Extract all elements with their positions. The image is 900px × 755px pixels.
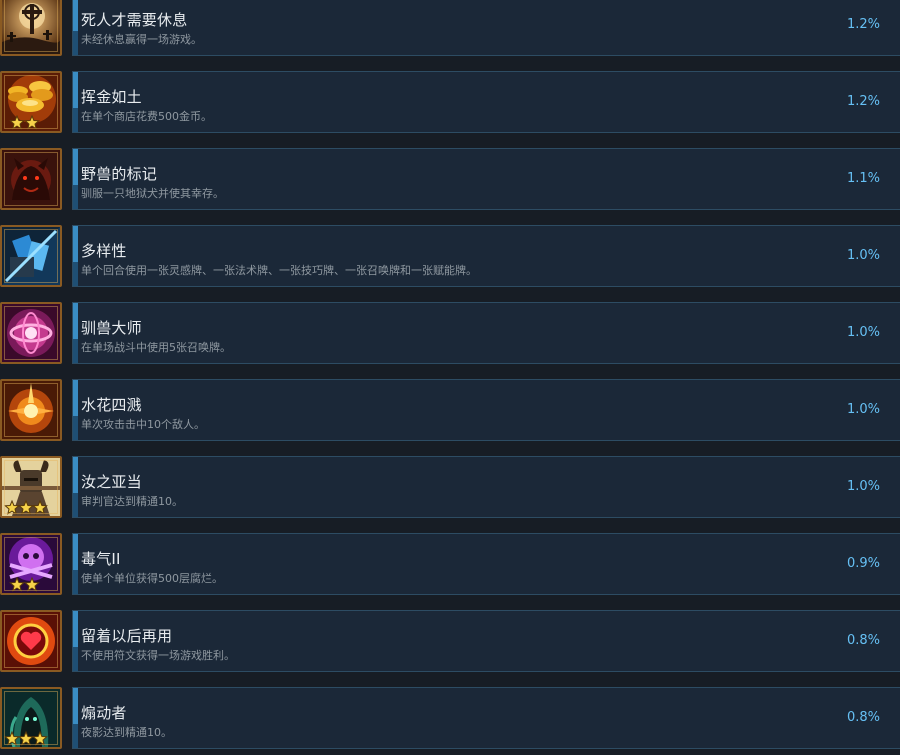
progress-fill: [73, 380, 78, 416]
achievement-description: 未经休息赢得一场游戏。: [81, 33, 202, 46]
achievement-icon-frame: [0, 302, 62, 364]
achievement-panel: 驯兽大师在单场战斗中使用5张召唤牌。 1.0%: [72, 302, 900, 364]
achievement-row[interactable]: 多样性单个回合使用一张灵感牌、一张法术牌、一张技巧牌、一张召唤牌和一张赋能牌。 1…: [0, 225, 900, 291]
achievement-icon-frame: [0, 687, 62, 749]
progress-strip: [73, 303, 78, 363]
achievement-icon-frame: [0, 456, 62, 518]
achievement-row[interactable]: 水花四溅单次攻击击中10个敌人。 1.0%: [0, 379, 900, 445]
achievement-description: 使单个单位获得500层腐烂。: [81, 572, 223, 585]
progress-strip: [73, 611, 78, 671]
achievement-icon-frame: [0, 379, 62, 441]
fire-burst-icon: [2, 381, 60, 439]
poison-skull-icon: [2, 535, 60, 593]
achievement-panel: 煽动者夜影达到精通10。 0.8%: [72, 687, 900, 749]
achievement-panel: 多样性单个回合使用一张灵感牌、一张法术牌、一张技巧牌、一张召唤牌和一张赋能牌。 1…: [72, 225, 900, 287]
achievement-title: 毒气II: [81, 550, 121, 568]
achievement-row[interactable]: 挥金如土在单个商店花费500金币。 1.2%: [0, 71, 900, 137]
heart-rune-icon: [2, 612, 60, 670]
unlock-percentage: 0.9%: [846, 556, 880, 571]
hellhound-icon: [2, 150, 60, 208]
achievement-row[interactable]: 留着以后再用不使用符文获得一场游戏胜利。 0.8%: [0, 610, 900, 676]
progress-fill: [73, 226, 78, 262]
gold-coins-icon: [2, 73, 60, 131]
progress-strip: [73, 226, 78, 286]
achievement-title: 多样性: [81, 242, 127, 260]
progress-fill: [73, 72, 78, 108]
achievement-panel: 留着以后再用不使用符文获得一场游戏胜利。 0.8%: [72, 610, 900, 672]
achievement-icon-frame: [0, 225, 62, 287]
achievement-title: 死人才需要休息: [81, 11, 188, 29]
unlock-percentage: 1.0%: [846, 248, 880, 263]
unlock-percentage: 1.0%: [846, 325, 880, 340]
achievement-description: 单个回合使用一张灵感牌、一张法术牌、一张技巧牌、一张召唤牌和一张赋能牌。: [81, 264, 477, 277]
achievement-icon-frame: [0, 610, 62, 672]
unlock-percentage: 1.2%: [846, 17, 880, 32]
progress-fill: [73, 457, 78, 493]
achievement-description: 夜影达到精通10。: [81, 726, 172, 739]
progress-fill: [73, 611, 78, 647]
pink-summon-icon: [2, 304, 60, 362]
progress-fill: [73, 149, 78, 185]
achievement-panel: 毒气II 使单个单位获得500层腐烂。 0.9%: [72, 533, 900, 595]
graveyard-cross-icon: [2, 0, 60, 54]
blue-cards-icon: [2, 227, 60, 285]
achievement-title: 水花四溅: [81, 396, 142, 414]
progress-fill: [73, 0, 78, 31]
achievement-description: 驯服一只地狱犬并使其幸存。: [81, 187, 224, 200]
achievement-panel: 汝之亚当审判官达到精通10。 1.0%: [72, 456, 900, 518]
achievement-description: 审判官达到精通10。: [81, 495, 183, 508]
unlock-percentage: 0.8%: [846, 710, 880, 725]
achievement-panel: 野兽的标记驯服一只地狱犬并使其幸存。 1.1%: [72, 148, 900, 210]
achievement-row[interactable]: 煽动者夜影达到精通10。 0.8%: [0, 687, 900, 753]
progress-strip: [73, 72, 78, 132]
achievement-row[interactable]: 汝之亚当审判官达到精通10。 1.0%: [0, 456, 900, 522]
achievement-title: 挥金如土: [81, 88, 142, 106]
achievement-title: 留着以后再用: [81, 627, 173, 645]
achievement-panel: 水花四溅单次攻击击中10个敌人。 1.0%: [72, 379, 900, 441]
achievement-title: 野兽的标记: [81, 165, 158, 183]
progress-fill: [73, 303, 78, 339]
achievement-description: 在单个商店花费500金币。: [81, 110, 212, 123]
horned-knight-icon: [2, 458, 60, 516]
unlock-percentage: 0.8%: [846, 633, 880, 648]
achievement-row[interactable]: 驯兽大师在单场战斗中使用5张召唤牌。 1.0%: [0, 302, 900, 368]
unlock-percentage: 1.0%: [846, 479, 880, 494]
progress-strip: [73, 688, 78, 748]
unlock-percentage: 1.1%: [846, 171, 880, 186]
achievement-description: 单次攻击击中10个敌人。: [81, 418, 205, 431]
progress-strip: [73, 534, 78, 594]
achievement-panel: 挥金如土在单个商店花费500金币。 1.2%: [72, 71, 900, 133]
progress-strip: [73, 457, 78, 517]
progress-strip: [73, 149, 78, 209]
progress-strip: [73, 380, 78, 440]
achievement-row[interactable]: 死人才需要休息未经休息赢得一场游戏。 1.2%: [0, 0, 900, 60]
achievement-icon-frame: [0, 71, 62, 133]
achievement-description: 在单场战斗中使用5张召唤牌。: [81, 341, 231, 354]
achievement-description: 不使用符文获得一场游戏胜利。: [81, 649, 235, 662]
achievement-row[interactable]: 野兽的标记驯服一只地狱犬并使其幸存。 1.1%: [0, 148, 900, 214]
achievement-icon-frame: [0, 0, 62, 56]
progress-strip: [73, 0, 78, 55]
achievement-title: 汝之亚当: [81, 473, 142, 491]
hooded-figure-icon: [2, 689, 60, 747]
progress-fill: [73, 688, 78, 724]
unlock-percentage: 1.0%: [846, 402, 880, 417]
achievement-title: 煽动者: [81, 704, 127, 722]
unlock-percentage: 1.2%: [846, 94, 880, 109]
achievement-icon-frame: [0, 533, 62, 595]
achievement-title: 驯兽大师: [81, 319, 142, 337]
progress-fill: [73, 534, 78, 570]
achievement-icon-frame: [0, 148, 62, 210]
achievement-panel: 死人才需要休息未经休息赢得一场游戏。 1.2%: [72, 0, 900, 56]
achievement-row[interactable]: 毒气II 使单个单位获得500层腐烂。 0.9%: [0, 533, 900, 599]
achievement-list: 死人才需要休息未经休息赢得一场游戏。 1.2% 挥金如土在单个商店花费500金币。 1…: [0, 0, 900, 755]
